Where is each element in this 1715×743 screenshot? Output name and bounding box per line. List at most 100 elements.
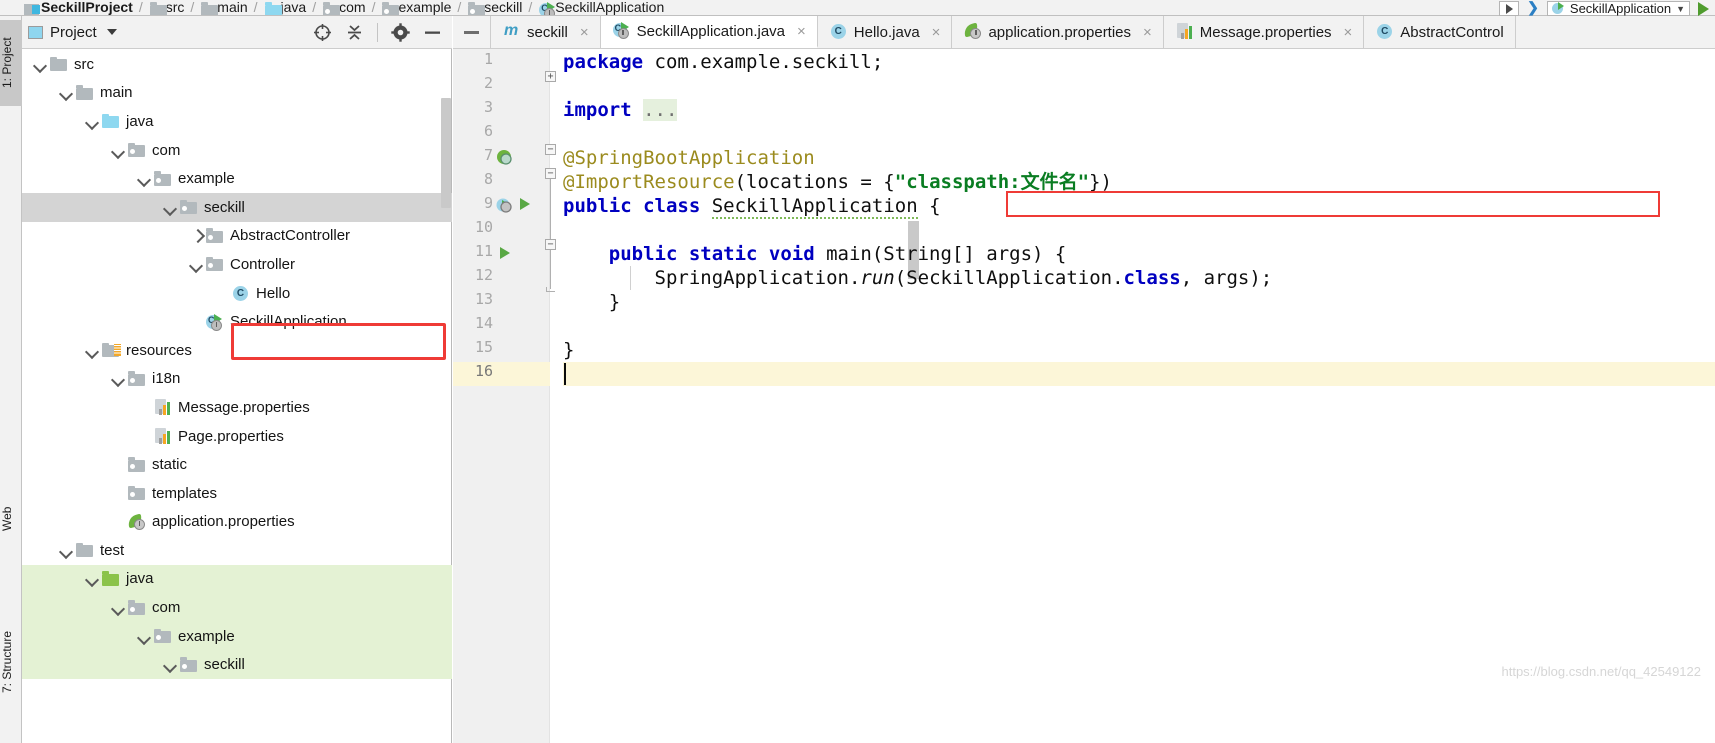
- close-icon[interactable]: ×: [580, 24, 589, 41]
- close-icon[interactable]: ×: [797, 23, 806, 40]
- hide-icon[interactable]: [423, 23, 442, 42]
- close-icon[interactable]: ×: [1344, 24, 1353, 41]
- breadcrumb-item-main[interactable]: main: [200, 0, 248, 15]
- tool-window-tab-project[interactable]: 1: Project: [0, 20, 22, 106]
- collapse-all-icon[interactable]: [345, 23, 364, 42]
- breadcrumb-item-seckill[interactable]: seckill: [467, 0, 522, 15]
- chevron-down-icon[interactable]: [84, 113, 101, 130]
- chevron-down-icon[interactable]: [188, 256, 205, 273]
- run-application-gutter-icon[interactable]: [495, 195, 515, 215]
- search-everywhere-icon[interactable]: ❯: [1527, 0, 1539, 16]
- current-line-highlight: [563, 362, 1715, 386]
- tree-row-controller[interactable]: Controller: [22, 250, 452, 279]
- tree-row-src[interactable]: src: [22, 50, 452, 79]
- code-line[interactable]: package com.example.seckill;: [563, 50, 883, 74]
- code-line[interactable]: }: [563, 290, 620, 314]
- editor-tab-seckill[interactable]: m seckill ×: [491, 16, 601, 48]
- properties-icon: [153, 428, 172, 445]
- close-icon[interactable]: ×: [1143, 24, 1152, 41]
- run-method-gutter-icon[interactable]: [495, 243, 515, 263]
- editor-tab-hello-java[interactable]: C Hello.java ×: [818, 16, 953, 48]
- code-line[interactable]: public class SeckillApplication {: [563, 194, 941, 219]
- tree-row-example[interactable]: example: [22, 164, 452, 193]
- breadcrumb-separator: /: [253, 0, 258, 15]
- code-line[interactable]: SpringApplication.run(SeckillApplication…: [563, 266, 1273, 290]
- chevron-down-icon[interactable]: [58, 542, 75, 559]
- gear-icon[interactable]: [391, 22, 410, 42]
- run-button[interactable]: [1698, 2, 1709, 16]
- fold-collapse-annotation-icon[interactable]: −: [545, 168, 556, 179]
- collapse-tabs-button[interactable]: [453, 16, 491, 48]
- editor-tab-application-properties[interactable]: application.properties ×: [952, 16, 1164, 48]
- run-configuration-selector[interactable]: SeckillApplication ▼: [1546, 1, 1690, 16]
- editor-gutter[interactable]: 1 2 3 6 7 8 9 10 11 12 13 14 15 16: [453, 49, 550, 743]
- tool-window-tab-structure[interactable]: 7: Structure: [0, 606, 22, 718]
- chevron-down-icon[interactable]: [106, 29, 117, 35]
- breadcrumb-item-seckillproject[interactable]: SeckillProject: [24, 0, 133, 15]
- folder-gray-icon: [75, 542, 94, 558]
- code-line[interactable]: }: [563, 338, 574, 362]
- tool-window-tab-web[interactable]: Web: [0, 486, 22, 552]
- chevron-down-icon[interactable]: [84, 342, 101, 359]
- breadcrumb-item-example[interactable]: example: [381, 0, 451, 15]
- tree-row-hello[interactable]: C Hello: [22, 279, 452, 308]
- chevron-down-icon[interactable]: [84, 570, 101, 587]
- chevron-down-icon[interactable]: ▼: [1676, 4, 1685, 14]
- code-line[interactable]: import ...: [563, 98, 678, 122]
- tree-row-message-properties[interactable]: Message.properties: [22, 393, 452, 422]
- line-number: 12: [474, 266, 493, 284]
- chevron-down-icon[interactable]: [136, 628, 153, 645]
- chevron-down-icon[interactable]: [136, 170, 153, 187]
- fold-collapse-method-icon[interactable]: −: [545, 239, 556, 250]
- locate-icon[interactable]: [313, 23, 332, 42]
- editor-tab-message-properties[interactable]: Message.properties ×: [1164, 16, 1365, 48]
- chevron-down-icon[interactable]: [110, 599, 127, 616]
- tree-row-seckillapplication[interactable]: SeckillApplication: [22, 307, 452, 336]
- breadcrumb-item-java[interactable]: java: [264, 0, 306, 15]
- spring-bean-gutter-icon[interactable]: [495, 147, 515, 167]
- project-tree[interactable]: src main java com example seckill AbstractCont…: [22, 50, 452, 743]
- tree-row-java[interactable]: java: [22, 564, 452, 594]
- chevron-down-icon[interactable]: [110, 142, 127, 159]
- tree-row-com[interactable]: com: [22, 593, 452, 622]
- tree-row-example[interactable]: example: [22, 621, 452, 651]
- code-line[interactable]: @ImportResource(locations = {"classpath:…: [563, 170, 1112, 194]
- tree-row-resources[interactable]: resources: [22, 336, 452, 365]
- tree-row-java[interactable]: java: [22, 107, 452, 136]
- chevron-down-icon[interactable]: [162, 199, 179, 216]
- chevron-down-icon[interactable]: [162, 656, 179, 673]
- fold-expand-import-icon[interactable]: +: [545, 71, 556, 82]
- breadcrumb-item-com[interactable]: com: [322, 0, 366, 15]
- tree-row-seckill[interactable]: seckill: [22, 192, 452, 222]
- chevron-down-icon[interactable]: [58, 84, 75, 101]
- project-panel-title-group[interactable]: Project: [28, 24, 117, 41]
- chevron-down-icon[interactable]: [110, 370, 127, 387]
- tree-row-test[interactable]: test: [22, 536, 452, 565]
- tree-row-i18n[interactable]: i18n: [22, 365, 452, 394]
- editor-tab-seckillapplication-java[interactable]: SeckillApplication.java ×: [600, 16, 818, 48]
- tree-row-com[interactable]: com: [22, 136, 452, 165]
- tree-row-templates[interactable]: templates: [22, 479, 452, 508]
- code-line[interactable]: @SpringBootApplication: [563, 146, 815, 170]
- tree-row-seckill[interactable]: seckill: [22, 650, 452, 680]
- tree-row-static[interactable]: static: [22, 450, 452, 479]
- chevron-down-icon[interactable]: [32, 56, 49, 73]
- tree-row-page-properties[interactable]: Page.properties: [22, 422, 452, 451]
- code-content[interactable]: package com.example.seckill; import ... @S…: [563, 49, 1715, 743]
- breadcrumb-item-src[interactable]: src: [149, 0, 184, 15]
- tree-row-abstractcontroller[interactable]: AbstractController: [22, 222, 452, 251]
- tree-row-main[interactable]: main: [22, 79, 452, 108]
- tree-row-application-properties[interactable]: application.properties: [22, 508, 452, 537]
- breadcrumb-item-seckillapplication[interactable]: SeckillApplication: [538, 0, 664, 15]
- run-application-arrow-icon[interactable]: [517, 196, 537, 216]
- editor-tab-abstractcontrol[interactable]: C AbstractControl: [1364, 16, 1516, 48]
- fold-collapse-class-icon[interactable]: −: [545, 144, 556, 155]
- project-tree-scrollbar[interactable]: [441, 98, 451, 208]
- tree-item-label: Message.properties: [178, 398, 310, 416]
- code-line[interactable]: public static void main(String[] args) {: [563, 242, 1067, 266]
- editor-fold-column[interactable]: + − − −: [545, 49, 562, 743]
- close-icon[interactable]: ×: [932, 24, 941, 41]
- build-icon[interactable]: [1499, 1, 1520, 16]
- chevron-right-icon[interactable]: [188, 227, 205, 244]
